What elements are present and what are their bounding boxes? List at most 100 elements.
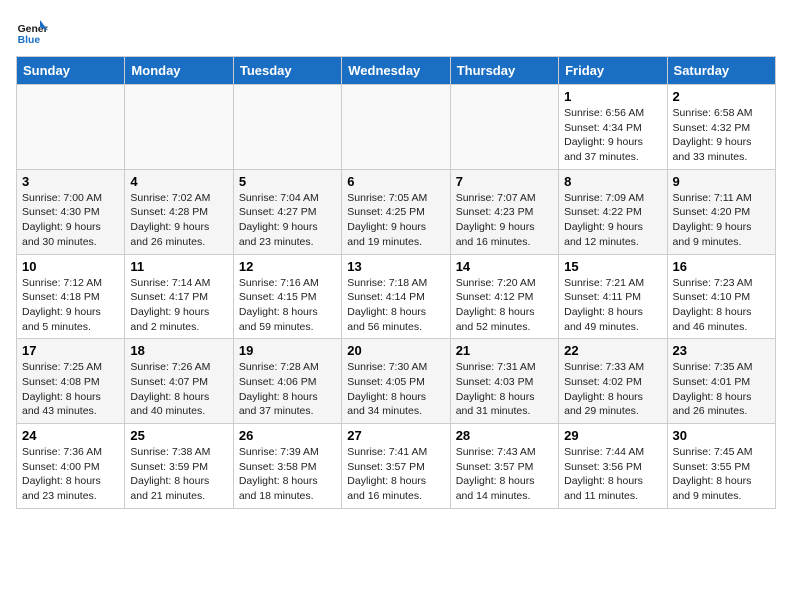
day-number: 29 — [564, 428, 661, 443]
calendar-cell: 6 Sunrise: 7:05 AM Sunset: 4:25 PM Daylig… — [342, 169, 450, 254]
day-info: Sunrise: 7:26 AM Sunset: 4:07 PM Dayligh… — [130, 360, 227, 419]
day-info: Sunrise: 7:35 AM Sunset: 4:01 PM Dayligh… — [673, 360, 770, 419]
day-info: Sunrise: 7:43 AM Sunset: 3:57 PM Dayligh… — [456, 445, 553, 504]
day-info: Sunrise: 7:20 AM Sunset: 4:12 PM Dayligh… — [456, 276, 553, 335]
day-info: Sunrise: 7:41 AM Sunset: 3:57 PM Dayligh… — [347, 445, 444, 504]
calendar-cell: 27 Sunrise: 7:41 AM Sunset: 3:57 PM Dayli… — [342, 424, 450, 509]
calendar-cell: 4Sunrise: 7:02 AM Sunset: 4:28 PM Daylig… — [125, 169, 233, 254]
calendar-cell: 18 Sunrise: 7:26 AM Sunset: 4:07 PM Dayli… — [125, 339, 233, 424]
day-number: 3 — [22, 174, 119, 189]
day-number: 27 — [347, 428, 444, 443]
calendar-table: SundayMondayTuesdayWednesdayThursdayFrid… — [16, 56, 776, 509]
day-number: 12 — [239, 259, 336, 274]
calendar-cell: 13 Sunrise: 7:18 AM Sunset: 4:14 PM Dayli… — [342, 254, 450, 339]
calendar-cell: 12 Sunrise: 7:16 AM Sunset: 4:15 PM Dayli… — [233, 254, 341, 339]
calendar-cell: 17 Sunrise: 7:25 AM Sunset: 4:08 PM Dayli… — [17, 339, 125, 424]
day-number: 18 — [130, 343, 227, 358]
day-number: 20 — [347, 343, 444, 358]
day-info: Sunrise: 7:44 AM Sunset: 3:56 PM Dayligh… — [564, 445, 661, 504]
day-number: 22 — [564, 343, 661, 358]
day-info: Sunrise: 7:25 AM Sunset: 4:08 PM Dayligh… — [22, 360, 119, 419]
calendar-cell: 9 Sunrise: 7:11 AM Sunset: 4:20 PM Daylig… — [667, 169, 775, 254]
calendar-cell: 30 Sunrise: 7:45 AM Sunset: 3:55 PM Dayli… — [667, 424, 775, 509]
calendar-cell: 21 Sunrise: 7:31 AM Sunset: 4:03 PM Dayli… — [450, 339, 558, 424]
calendar-week-1: 1 Sunrise: 6:56 AM Sunset: 4:34 PM Daylig… — [17, 85, 776, 170]
day-number: 15 — [564, 259, 661, 274]
calendar-cell: 25 Sunrise: 7:38 AM Sunset: 3:59 PM Dayli… — [125, 424, 233, 509]
column-header-monday: Monday — [125, 57, 233, 85]
day-info: Sunrise: 7:38 AM Sunset: 3:59 PM Dayligh… — [130, 445, 227, 504]
day-info: Sunrise: 7:09 AM Sunset: 4:22 PM Dayligh… — [564, 191, 661, 250]
day-info: Sunrise: 7:28 AM Sunset: 4:06 PM Dayligh… — [239, 360, 336, 419]
column-header-thursday: Thursday — [450, 57, 558, 85]
day-info: Sunrise: 7:00 AM Sunset: 4:30 PM Dayligh… — [22, 191, 119, 250]
day-number: 4 — [130, 174, 227, 189]
day-info: Sunrise: 7:31 AM Sunset: 4:03 PM Dayligh… — [456, 360, 553, 419]
calendar-week-3: 10 Sunrise: 7:12 AM Sunset: 4:18 PM Dayli… — [17, 254, 776, 339]
page-header: General Blue — [16, 16, 776, 48]
day-number: 10 — [22, 259, 119, 274]
day-info: Sunrise: 7:12 AM Sunset: 4:18 PM Dayligh… — [22, 276, 119, 335]
column-header-friday: Friday — [559, 57, 667, 85]
day-info: Sunrise: 6:56 AM Sunset: 4:34 PM Dayligh… — [564, 106, 661, 165]
calendar-cell: 28 Sunrise: 7:43 AM Sunset: 3:57 PM Dayli… — [450, 424, 558, 509]
day-info: Sunrise: 7:05 AM Sunset: 4:25 PM Dayligh… — [347, 191, 444, 250]
day-info: Sunrise: 7:07 AM Sunset: 4:23 PM Dayligh… — [456, 191, 553, 250]
day-number: 6 — [347, 174, 444, 189]
day-info: Sunrise: 7:45 AM Sunset: 3:55 PM Dayligh… — [673, 445, 770, 504]
calendar-cell: 29 Sunrise: 7:44 AM Sunset: 3:56 PM Dayli… — [559, 424, 667, 509]
day-number: 23 — [673, 343, 770, 358]
day-number: 9 — [673, 174, 770, 189]
calendar-cell: 22 Sunrise: 7:33 AM Sunset: 4:02 PM Dayli… — [559, 339, 667, 424]
day-number: 2 — [673, 89, 770, 104]
calendar-cell: 19 Sunrise: 7:28 AM Sunset: 4:06 PM Dayli… — [233, 339, 341, 424]
day-number: 11 — [130, 259, 227, 274]
calendar-cell: 5Sunrise: 7:04 AM Sunset: 4:27 PM Daylig… — [233, 169, 341, 254]
day-number: 25 — [130, 428, 227, 443]
day-number: 1 — [564, 89, 661, 104]
column-header-saturday: Saturday — [667, 57, 775, 85]
day-number: 21 — [456, 343, 553, 358]
calendar-cell — [450, 85, 558, 170]
calendar-cell — [17, 85, 125, 170]
day-info: Sunrise: 7:30 AM Sunset: 4:05 PM Dayligh… — [347, 360, 444, 419]
day-number: 14 — [456, 259, 553, 274]
calendar-header-row: SundayMondayTuesdayWednesdayThursdayFrid… — [17, 57, 776, 85]
day-info: Sunrise: 7:11 AM Sunset: 4:20 PM Dayligh… — [673, 191, 770, 250]
day-number: 8 — [564, 174, 661, 189]
day-number: 17 — [22, 343, 119, 358]
day-info: Sunrise: 7:21 AM Sunset: 4:11 PM Dayligh… — [564, 276, 661, 335]
day-number: 26 — [239, 428, 336, 443]
day-number: 24 — [22, 428, 119, 443]
day-info: Sunrise: 7:18 AM Sunset: 4:14 PM Dayligh… — [347, 276, 444, 335]
calendar-cell — [125, 85, 233, 170]
calendar-cell: 26 Sunrise: 7:39 AM Sunset: 3:58 PM Dayli… — [233, 424, 341, 509]
calendar-cell: 24 Sunrise: 7:36 AM Sunset: 4:00 PM Dayli… — [17, 424, 125, 509]
calendar-cell: 14 Sunrise: 7:20 AM Sunset: 4:12 PM Dayli… — [450, 254, 558, 339]
calendar-cell: 11 Sunrise: 7:14 AM Sunset: 4:17 PM Dayli… — [125, 254, 233, 339]
calendar-cell: 8 Sunrise: 7:09 AM Sunset: 4:22 PM Daylig… — [559, 169, 667, 254]
calendar-cell: 1 Sunrise: 6:56 AM Sunset: 4:34 PM Daylig… — [559, 85, 667, 170]
day-number: 7 — [456, 174, 553, 189]
day-info: Sunrise: 7:33 AM Sunset: 4:02 PM Dayligh… — [564, 360, 661, 419]
day-info: Sunrise: 6:58 AM Sunset: 4:32 PM Dayligh… — [673, 106, 770, 165]
calendar-cell: 15 Sunrise: 7:21 AM Sunset: 4:11 PM Dayli… — [559, 254, 667, 339]
column-header-tuesday: Tuesday — [233, 57, 341, 85]
calendar-week-2: 3 Sunrise: 7:00 AM Sunset: 4:30 PM Daylig… — [17, 169, 776, 254]
calendar-cell: 3 Sunrise: 7:00 AM Sunset: 4:30 PM Daylig… — [17, 169, 125, 254]
day-number: 5 — [239, 174, 336, 189]
day-info: Sunrise: 7:14 AM Sunset: 4:17 PM Dayligh… — [130, 276, 227, 335]
logo: General Blue — [16, 16, 52, 48]
day-info: Sunrise: 7:39 AM Sunset: 3:58 PM Dayligh… — [239, 445, 336, 504]
column-header-wednesday: Wednesday — [342, 57, 450, 85]
day-info: Sunrise: 7:16 AM Sunset: 4:15 PM Dayligh… — [239, 276, 336, 335]
day-number: 19 — [239, 343, 336, 358]
day-number: 13 — [347, 259, 444, 274]
day-number: 28 — [456, 428, 553, 443]
day-info: Sunrise: 7:36 AM Sunset: 4:00 PM Dayligh… — [22, 445, 119, 504]
svg-text:Blue: Blue — [18, 35, 41, 46]
day-number: 30 — [673, 428, 770, 443]
calendar-cell: 20 Sunrise: 7:30 AM Sunset: 4:05 PM Dayli… — [342, 339, 450, 424]
day-info: Sunrise: 7:23 AM Sunset: 4:10 PM Dayligh… — [673, 276, 770, 335]
day-number: 16 — [673, 259, 770, 274]
